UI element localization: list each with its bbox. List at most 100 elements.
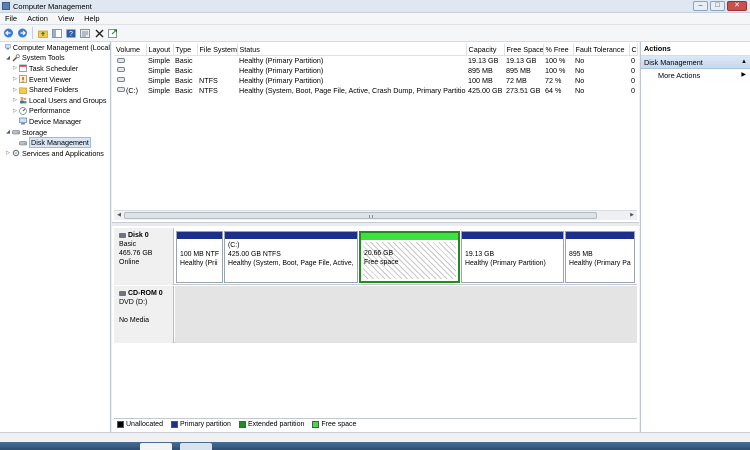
column-header-fault-tolerance[interactable]: Fault Tolerance: [573, 44, 630, 56]
tree-item-disk-management[interactable]: Disk Management: [0, 137, 110, 149]
partition-895mb[interactable]: 895 MB Healthy (Primary Pa: [565, 231, 635, 283]
partition-free-space[interactable]: 20.66 GB Free space: [359, 231, 460, 283]
status-cell: Healthy (Primary Partition): [239, 55, 324, 65]
menu-help[interactable]: Help: [79, 14, 104, 23]
partition-19gb[interactable]: 19.13 GB Healthy (Primary Partition): [461, 231, 564, 283]
minimize-button[interactable]: –: [693, 1, 708, 11]
disk-management-icon: [19, 140, 27, 145]
tree-item-label: Disk Management: [29, 137, 91, 149]
window-titlebar: Computer Management – □ ✕: [0, 0, 750, 13]
fault-tolerance-cell: No: [575, 55, 585, 65]
volume-list-horizontal-scrollbar[interactable]: ◀ ▶: [114, 210, 637, 220]
tree-item-label: Local Users and Groups: [29, 95, 107, 105]
layout-cell: Simple: [148, 75, 170, 85]
taskbar-button[interactable]: [140, 443, 172, 450]
device-manager-icon: [19, 118, 27, 125]
taskbar: [0, 442, 750, 450]
task-scheduler-icon: [19, 65, 27, 73]
table-row[interactable]: (C:) Simple Basic NTFS Healthy (System, …: [114, 85, 637, 95]
tree-item-local-users[interactable]: ▷ Local Users and Groups: [0, 95, 110, 106]
collapse-arrow-icon[interactable]: ◢: [5, 55, 11, 61]
collapse-arrow-icon[interactable]: ◢: [5, 129, 11, 135]
more-actions-link[interactable]: More Actions ▶: [641, 69, 750, 82]
menu-file[interactable]: File: [0, 14, 22, 23]
export-icon[interactable]: [107, 27, 119, 39]
partition-status: Healthy (Primary Pa: [569, 260, 631, 267]
tree-item-services-applications[interactable]: ▷ Services and Applications: [0, 148, 110, 159]
tree-item-label: Device Manager: [29, 116, 82, 126]
expand-arrow-icon[interactable]: ▷: [12, 76, 18, 82]
disk-type: DVD (D:): [119, 299, 148, 306]
layout-cell: Simple: [148, 85, 170, 95]
maximize-button[interactable]: □: [710, 1, 725, 11]
volume-cell: [114, 75, 146, 85]
cdrom-0-label[interactable]: CD-ROM 0 DVD (D:) No Media: [114, 286, 174, 343]
partition-size: 20.66 GB: [364, 250, 394, 257]
tree-item-system-tools[interactable]: ◢ System Tools: [0, 53, 110, 64]
status-cell: Healthy (Primary Partition): [239, 75, 324, 85]
tree-item-storage[interactable]: ◢ Storage: [0, 127, 110, 138]
table-row[interactable]: Simple Basic Healthy (Primary Partition)…: [114, 65, 637, 75]
overhead-cell: 0: [631, 85, 635, 95]
tree-item-task-scheduler[interactable]: ▷ Task Scheduler: [0, 63, 110, 74]
column-header-type[interactable]: Type: [173, 44, 198, 56]
taskbar-button[interactable]: [180, 443, 212, 450]
disk-graphical-view: Disk 0 Basic 465.76 GB Online 100 MB NTF…: [114, 228, 637, 418]
window-controls: – □ ✕: [693, 1, 747, 11]
tree-item-computer-management[interactable]: Computer Management (Local: [0, 42, 110, 53]
computer-icon: [5, 44, 11, 50]
column-header-file-system[interactable]: File System: [197, 44, 238, 56]
help-icon[interactable]: ?: [65, 27, 77, 39]
shared-folder-icon: [19, 86, 27, 94]
expand-arrow-icon[interactable]: ▷: [5, 150, 11, 156]
close-button[interactable]: ✕: [727, 1, 747, 11]
column-header-percent-free[interactable]: % Free: [543, 44, 574, 56]
volume-icon: [117, 67, 125, 72]
services-icon: [12, 149, 20, 157]
column-header-status[interactable]: Status: [237, 44, 467, 56]
forward-arrow-icon[interactable]: [16, 27, 28, 39]
expand-arrow-icon[interactable]: ▷: [12, 87, 18, 93]
menu-view[interactable]: View: [53, 14, 79, 23]
tree-item-performance[interactable]: ▷ Performance: [0, 106, 110, 117]
show-hide-tree-icon[interactable]: [51, 27, 63, 39]
tree-item-device-manager[interactable]: Device Manager: [0, 116, 110, 127]
collapse-caret-icon[interactable]: ▲: [741, 56, 747, 69]
up-folder-icon[interactable]: [37, 27, 49, 39]
tree-item-event-viewer[interactable]: ▷ Event Viewer: [0, 74, 110, 85]
expand-arrow-icon[interactable]: ▷: [12, 108, 18, 114]
delete-icon[interactable]: [93, 27, 105, 39]
tree-item-shared-folders[interactable]: ▷ Shared Folders: [0, 84, 110, 95]
pane-splitter[interactable]: [112, 222, 639, 226]
expand-arrow-icon[interactable]: ▷: [12, 65, 18, 71]
tree-item-label: Performance: [29, 106, 71, 116]
back-arrow-icon[interactable]: [2, 27, 14, 39]
partition-c-drive[interactable]: (C:) 425.00 GB NTFS Healthy (System, Boo…: [224, 231, 358, 283]
tree-item-label: Computer Management (Local: [12, 42, 110, 52]
table-row[interactable]: Simple Basic Healthy (Primary Partition)…: [114, 55, 637, 65]
column-header-overhead[interactable]: C: [629, 44, 638, 56]
column-header-capacity[interactable]: Capacity: [466, 44, 505, 56]
partition-system-reserved[interactable]: 100 MB NTF Healthy (Prii: [176, 231, 223, 283]
scroll-right-arrow-icon[interactable]: ▶: [627, 211, 637, 220]
partition-size: 100 MB NTF: [180, 251, 220, 258]
actions-section-disk-management[interactable]: Disk Management ▲: [641, 56, 750, 69]
fault-tolerance-cell: No: [575, 65, 585, 75]
disk-0-label[interactable]: Disk 0 Basic 465.76 GB Online: [114, 228, 174, 285]
column-header-layout[interactable]: Layout: [146, 44, 174, 56]
performance-icon: [19, 107, 27, 115]
column-header-free-space[interactable]: Free Space: [504, 44, 544, 56]
legend-swatch: [170, 421, 178, 428]
properties-icon[interactable]: [79, 27, 91, 39]
primary-partition-bar: [225, 232, 357, 239]
menu-action[interactable]: Action: [22, 14, 53, 23]
free-space-cell: 895 MB: [506, 65, 531, 75]
storage-icon: [12, 130, 20, 135]
column-header-volume[interactable]: Volume: [114, 44, 147, 56]
expand-arrow-icon[interactable]: ▷: [12, 97, 18, 103]
scroll-left-arrow-icon[interactable]: ◀: [114, 211, 124, 220]
scrollbar-grip-icon: [369, 215, 373, 218]
table-row[interactable]: Simple Basic NTFS Healthy (Primary Parti…: [114, 75, 637, 85]
primary-partition-bar: [177, 232, 222, 239]
scrollbar-thumb[interactable]: [124, 212, 597, 219]
